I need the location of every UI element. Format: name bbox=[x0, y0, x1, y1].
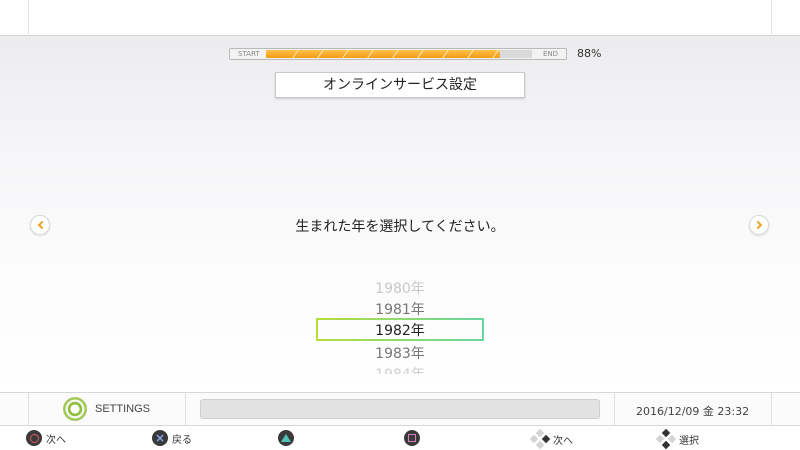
year-option[interactable]: 1981年 bbox=[300, 299, 500, 319]
progress-end-label: END bbox=[542, 50, 558, 58]
year-option[interactable]: 1984年 bbox=[300, 364, 500, 374]
button-hints-bar: 次へ × 戻る 次へ 選択 bbox=[0, 427, 800, 450]
hint-dpad-updown[interactable]: 選択 bbox=[655, 428, 699, 450]
progress-segment bbox=[309, 50, 325, 58]
progress-percent: 88% bbox=[577, 47, 602, 60]
progress-fill bbox=[266, 50, 500, 58]
cross-button-icon: × bbox=[152, 430, 168, 446]
progress-segment bbox=[334, 50, 350, 58]
status-divider bbox=[771, 393, 772, 426]
circle-button-icon bbox=[26, 430, 42, 446]
hint-square[interactable] bbox=[404, 430, 420, 446]
setup-progress-bar: START END bbox=[229, 48, 567, 60]
hint-circle[interactable]: 次へ bbox=[26, 430, 66, 446]
triangle-button-icon bbox=[278, 430, 294, 446]
top-divider bbox=[771, 0, 772, 36]
top-strip bbox=[0, 0, 800, 36]
dpad-updown-icon bbox=[655, 428, 677, 450]
progress-remaining bbox=[500, 50, 532, 58]
hint-cross[interactable]: × 戻る bbox=[152, 430, 192, 446]
top-divider bbox=[28, 0, 29, 36]
status-message-field bbox=[200, 399, 600, 419]
hint-label: 次へ bbox=[46, 434, 66, 446]
progress-segment bbox=[484, 50, 500, 58]
year-option[interactable]: 1980年 bbox=[300, 278, 500, 298]
square-button-icon bbox=[404, 430, 420, 446]
hint-triangle[interactable] bbox=[278, 430, 294, 446]
progress-start-label: START bbox=[238, 50, 260, 58]
selection-highlight bbox=[316, 318, 484, 341]
progress-segment bbox=[359, 50, 375, 58]
hint-label: 次へ bbox=[553, 435, 573, 447]
year-option[interactable]: 1983年 bbox=[300, 343, 500, 363]
progress-segment bbox=[434, 50, 450, 58]
progress-segment bbox=[459, 50, 475, 58]
hint-label: 戻る bbox=[172, 434, 192, 446]
app-label: SETTINGS bbox=[95, 403, 151, 415]
clock: 2016/12/09 金 23:32 bbox=[636, 405, 750, 418]
progress-segment bbox=[284, 50, 300, 58]
settings-gear-icon bbox=[63, 397, 87, 421]
hint-label: 選択 bbox=[679, 435, 699, 447]
dpad-right-icon bbox=[529, 428, 551, 450]
page-title: オンラインサービス設定 bbox=[275, 72, 525, 98]
status-bar: SETTINGS 2016/12/09 金 23:32 bbox=[0, 392, 800, 426]
instruction-text: 生まれた年を選択してください。 bbox=[295, 219, 505, 235]
status-divider bbox=[614, 393, 615, 426]
progress-segment bbox=[409, 50, 425, 58]
progress-segment bbox=[384, 50, 400, 58]
hint-dpad-right[interactable]: 次へ bbox=[529, 428, 573, 450]
status-divider bbox=[185, 393, 186, 426]
status-divider bbox=[28, 393, 29, 426]
